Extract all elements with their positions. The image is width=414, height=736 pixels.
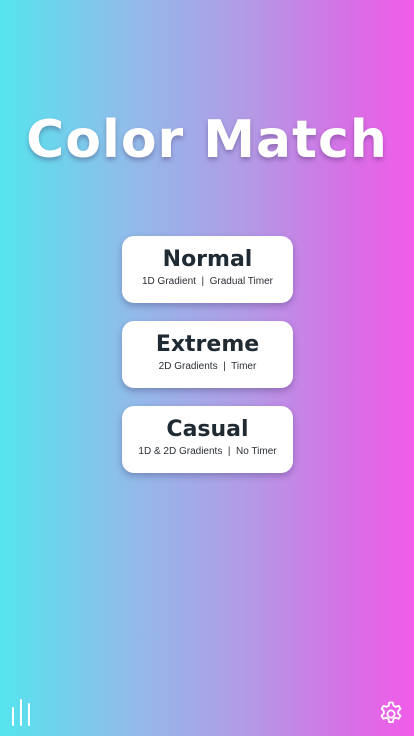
mode-name: Normal — [162, 247, 253, 272]
mode-name: Extreme — [155, 332, 260, 357]
extreme-mode-button[interactable]: Extreme 2D Gradients | Timer — [122, 321, 293, 388]
mode-name: Casual — [166, 417, 249, 442]
mode-description: 1D & 2D Gradients | No Timer — [138, 446, 277, 457]
stats-icon[interactable] — [9, 698, 33, 726]
normal-mode-button[interactable]: Normal 1D Gradient | Gradual Timer — [122, 236, 293, 303]
casual-mode-button[interactable]: Casual 1D & 2D Gradients | No Timer — [122, 406, 293, 473]
gear-icon[interactable] — [378, 701, 404, 727]
mode-description: 1D Gradient | Gradual Timer — [142, 276, 273, 287]
mode-description: 2D Gradients | Timer — [158, 361, 257, 372]
app-title: Color Match — [26, 110, 388, 170]
